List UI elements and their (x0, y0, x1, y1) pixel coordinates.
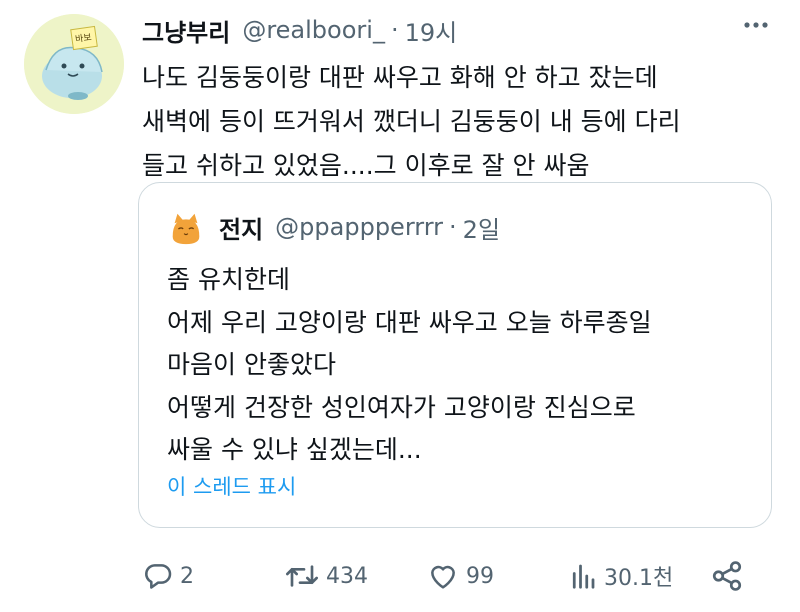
tweet-text-line: 나도 김둥둥이랑 대판 싸우고 화해 안 하고 잤는데 (142, 63, 658, 92)
heart-icon (431, 565, 455, 589)
quoted-author-avatar (167, 208, 205, 246)
tweet-text-line: 새벽에 등이 뜨거워서 깼더니 김둥둥이 내 등에 다리 (142, 107, 681, 136)
author-avatar[interactable]: 바보 (24, 14, 124, 114)
tweet-header: 그냥부리 @realboori_ · 19시 (142, 12, 457, 48)
more-options-icon (744, 22, 768, 28)
views-bar-chart-icon (572, 564, 595, 589)
avatar-image (24, 14, 124, 114)
quoted-text-line: 좀 유치한데 (167, 265, 290, 294)
quoted-author-display-name: 전지 (219, 215, 264, 244)
share-button[interactable] (710, 556, 744, 596)
reply-button[interactable]: 2 (142, 556, 194, 596)
like-button[interactable]: 99 (426, 556, 494, 596)
like-count: 99 (466, 563, 494, 589)
share-icon (712, 561, 742, 591)
quoted-text-line: 어제 우리 고양이랑 대판 싸우고 오늘 하루종일 (167, 307, 652, 337)
quoted-tweet-header: 전지 @ppappperrrr · 2일 (167, 207, 500, 247)
retweet-count: 434 (326, 563, 368, 589)
retweet-icon (286, 565, 318, 587)
quoted-tweet-timestamp: 2일 (462, 215, 501, 244)
cat-avatar-image (167, 208, 205, 246)
quoted-author-handle: @ppappperrrr (275, 213, 444, 241)
reply-icon (145, 564, 172, 589)
author-handle[interactable]: @realboori_ (242, 16, 385, 44)
reply-count: 2 (180, 563, 194, 589)
tweet-text: 나도 김둥둥이랑 대판 싸우고 화해 안 하고 잤는데 새벽에 등이 뜨거워서 … (142, 56, 782, 188)
tweet-action-bar: 2 434 99 30.1천 (142, 556, 762, 596)
author-display-name[interactable]: 그냥부리 (142, 13, 230, 48)
quoted-text-line: 어떻게 건장한 성인여자가 고양이랑 진심으로 (167, 392, 636, 422)
quoted-tweet-card[interactable]: 전지 @ppappperrrr · 2일 좀 유치한데 어제 우리 고양이랑 대… (138, 182, 772, 528)
show-thread-link[interactable]: 이 스레드 표시 (167, 471, 296, 501)
avatar-sticker-label: 바보 (74, 32, 93, 46)
more-options-button[interactable] (736, 10, 776, 40)
retweet-button[interactable]: 434 (284, 556, 368, 596)
quoted-text-line: 마음이 안좋았다 (167, 350, 336, 379)
quoted-header-separator: · (449, 213, 457, 241)
tweet-timestamp[interactable]: 19시 (405, 13, 458, 48)
header-separator: · (390, 16, 399, 44)
quoted-text-line: 싸울 수 있냐 싶겠는데... (167, 435, 422, 464)
quoted-tweet-text: 좀 유치한데 어제 우리 고양이랑 대판 싸우고 오늘 하루종일 마음이 안좋았… (167, 259, 757, 472)
views-button[interactable]: 30.1천 (568, 556, 673, 596)
view-count: 30.1천 (604, 566, 674, 591)
